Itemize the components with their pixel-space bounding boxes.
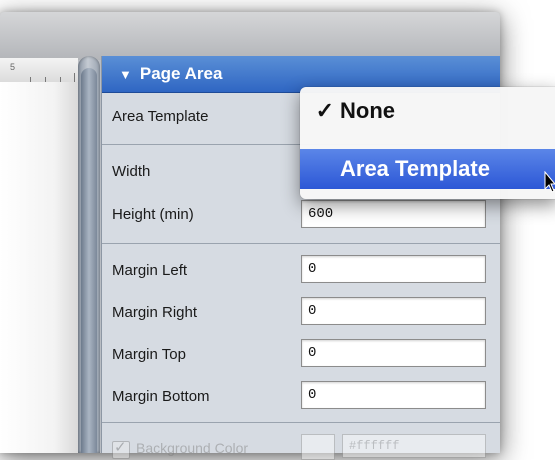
divider xyxy=(102,243,500,244)
triangle-down-icon[interactable]: ▼ xyxy=(119,67,132,82)
height-min-field[interactable]: 600 xyxy=(301,200,486,228)
ruler-tick xyxy=(74,73,75,82)
area-template-label: Area Template xyxy=(112,108,209,125)
menu-item-label: None xyxy=(340,98,395,123)
margin-left-label: Margin Left xyxy=(112,262,188,279)
checkmark-icon: ✓ xyxy=(315,98,334,123)
background-color-swatch[interactable] xyxy=(301,434,335,460)
canvas-area[interactable] xyxy=(0,82,78,453)
background-color-label: Background Color xyxy=(136,440,249,456)
checkmark-icon: ✓ xyxy=(114,439,127,456)
divider xyxy=(102,422,500,423)
margin-right-label: Margin Right xyxy=(112,304,198,321)
arrow-cursor-icon xyxy=(544,171,555,193)
ruler-number: 5 xyxy=(10,62,16,72)
background-color-hex-field[interactable]: #ffffff xyxy=(342,434,486,458)
window-titlebar xyxy=(0,12,500,60)
height-min-label: Height (min) xyxy=(112,206,194,223)
width-label: Width xyxy=(112,163,151,180)
margin-right-field[interactable]: 0 xyxy=(301,297,486,325)
menu-item-area-template[interactable]: Area Template xyxy=(300,149,555,189)
horizontal-ruler: 5 xyxy=(0,58,78,83)
menu-item-label: Area Template xyxy=(340,156,490,181)
scrollbar-thumb[interactable] xyxy=(81,68,97,453)
margin-left-field[interactable]: 0 xyxy=(301,255,486,283)
area-template-popup-menu: ✓ None Area Template xyxy=(300,87,555,199)
menu-item-none[interactable]: ✓ None xyxy=(300,91,555,131)
margin-top-label: Margin Top xyxy=(112,346,186,363)
panel-title: Page Area xyxy=(139,64,223,83)
vertical-scrollbar[interactable] xyxy=(78,56,100,453)
margin-bottom-field[interactable]: 0 xyxy=(301,381,486,409)
margin-bottom-label: Margin Bottom xyxy=(112,388,210,405)
margin-top-field[interactable]: 0 xyxy=(301,339,486,367)
background-color-checkbox[interactable]: ✓ xyxy=(112,439,130,459)
